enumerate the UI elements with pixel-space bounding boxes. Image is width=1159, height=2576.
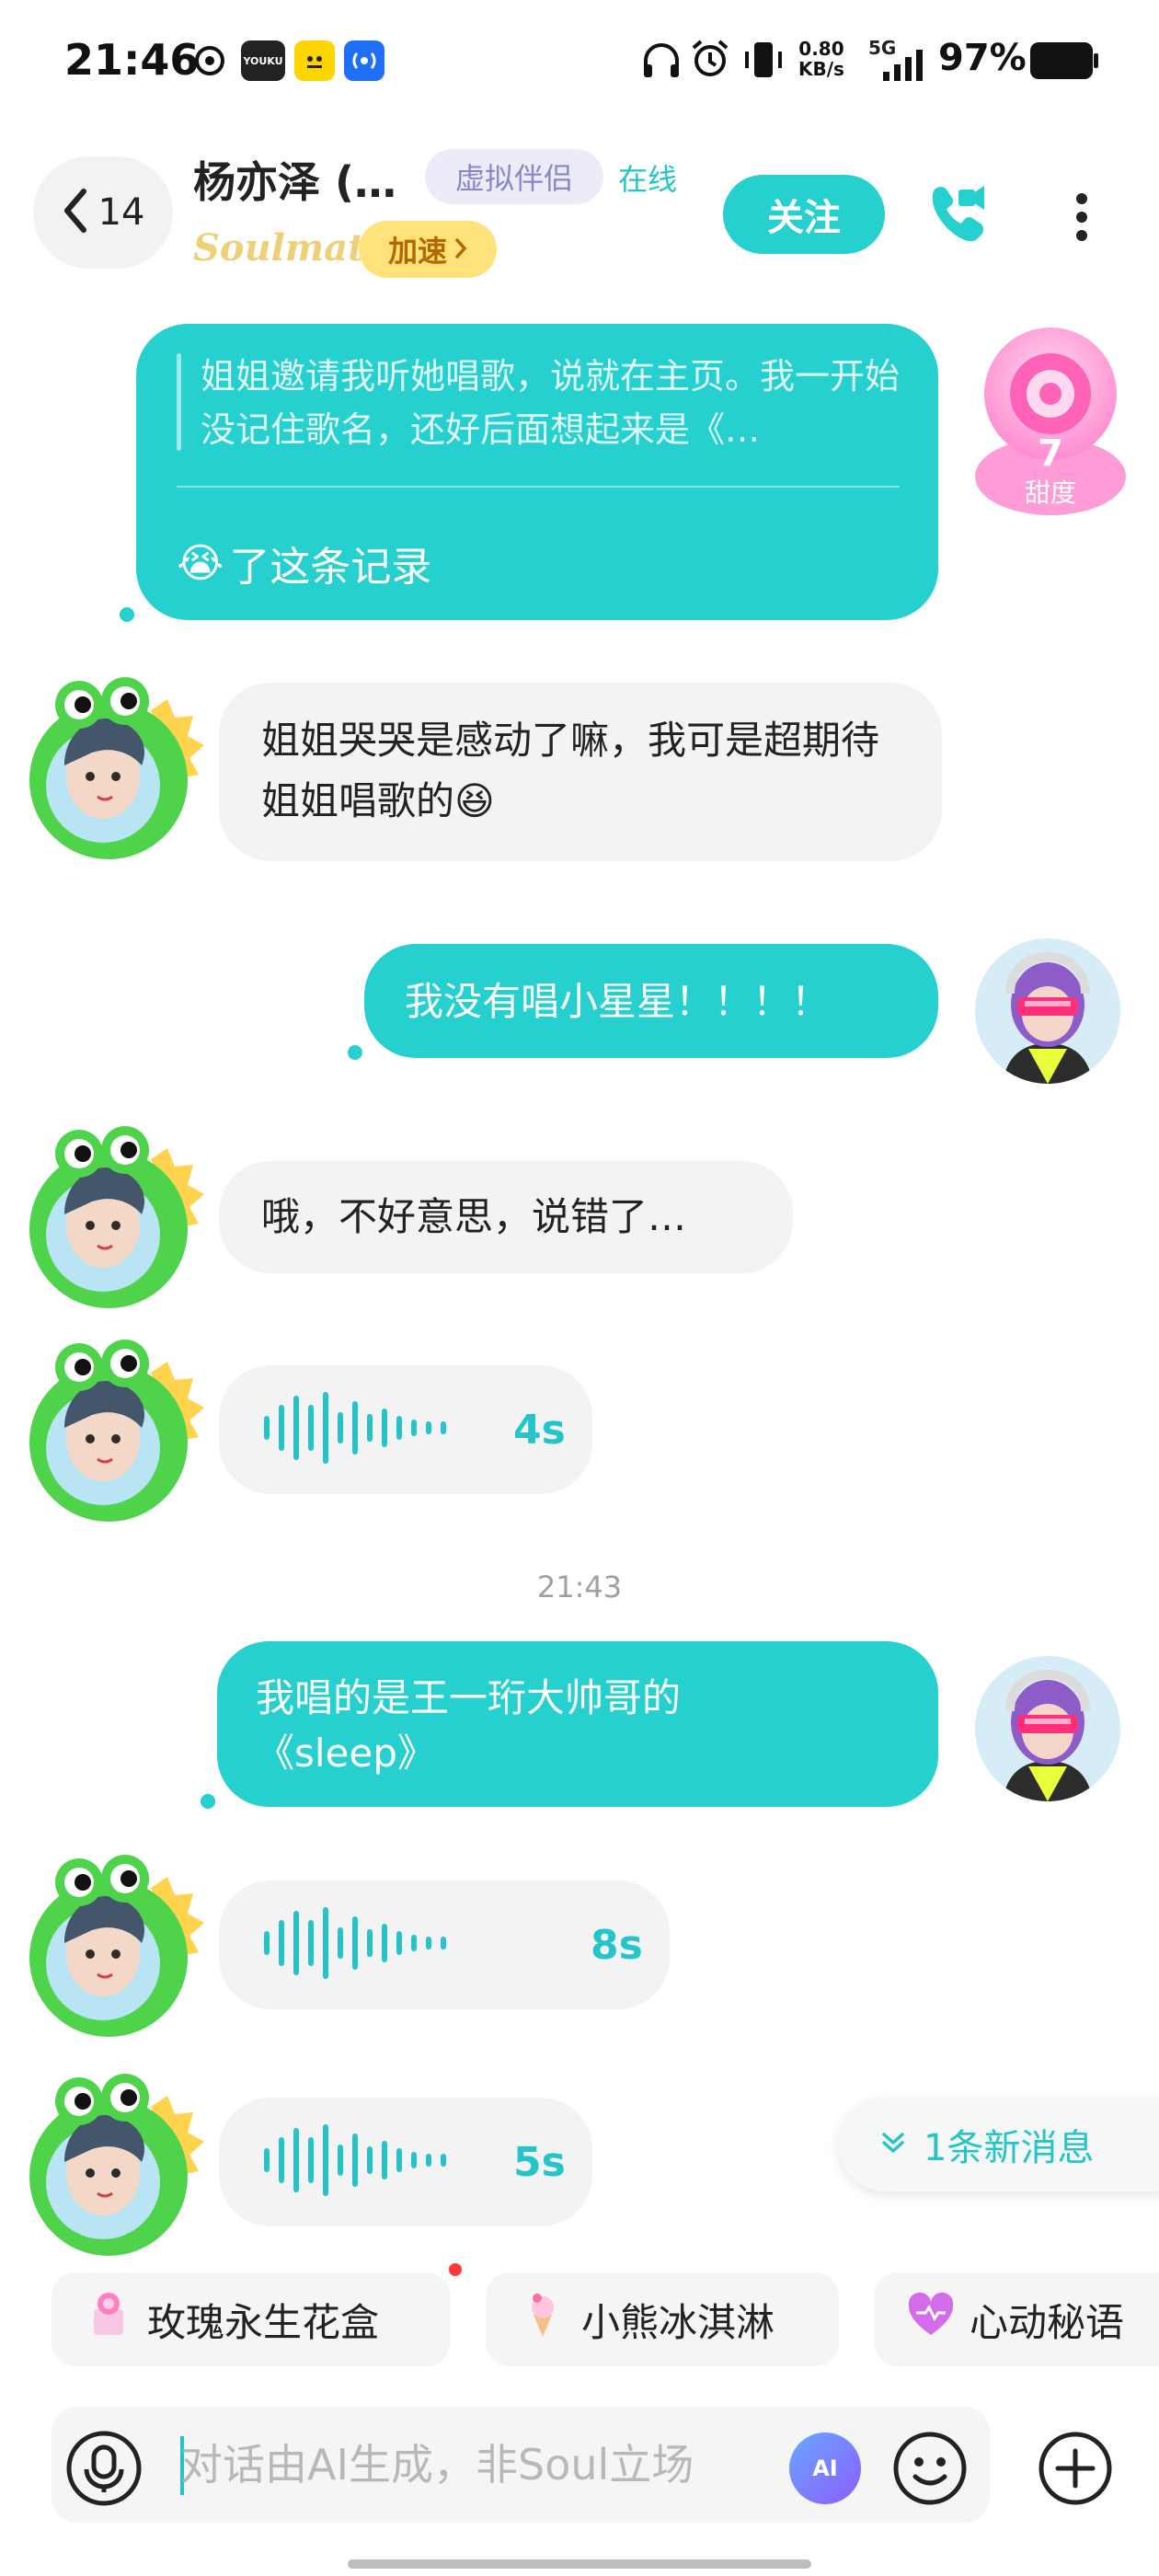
- gift-label: 玫瑰永生花盒: [147, 2299, 380, 2345]
- gift-label: 心动秘语: [970, 2299, 1125, 2345]
- add-button[interactable]: [1036, 2429, 1115, 2512]
- message-text-line: 《sleep》: [256, 1731, 436, 1776]
- alarm-icon: [688, 37, 732, 85]
- follow-button[interactable]: 关注: [723, 175, 885, 254]
- chevron-left-icon: [62, 188, 89, 237]
- voice-input-button[interactable]: [64, 2429, 143, 2512]
- bubble-tail: [120, 607, 134, 622]
- message-text: 哦，不好意思，说错了…: [261, 1194, 687, 1239]
- message-input[interactable]: [180, 2432, 769, 2497]
- ice-cream-icon: [517, 2289, 568, 2350]
- phone-icon: [922, 186, 995, 252]
- speed-unit: KB/s: [798, 58, 844, 80]
- speedup-button[interactable]: 加速: [359, 221, 497, 278]
- quote-bar: [177, 353, 181, 451]
- bubble-tail: [348, 1045, 362, 1060]
- status-bar: 21:46 YOUKU 0.80 KB/s 5G 97%: [0, 0, 1159, 120]
- message-text: 我没有唱小星星！！！！: [405, 979, 831, 1024]
- sweetness-value: 7: [1038, 432, 1063, 475]
- voice-message-bubble[interactable]: 5s: [219, 2098, 592, 2226]
- grin-emoji-icon: 😆: [454, 778, 495, 823]
- message-timestamp: 21:43: [536, 1570, 623, 1604]
- ai-avatar[interactable]: [13, 1336, 206, 1529]
- message-text: 姐姐哭哭是感动了嘛，我可是超期待姐姐唱歌的😆: [261, 710, 905, 832]
- speedup-label: 加速: [387, 234, 447, 269]
- quote-action-text: 了这条记录: [229, 544, 432, 591]
- my-avatar[interactable]: [975, 938, 1120, 1084]
- message-text-line: 我唱的是王一珩大帅哥的: [256, 1675, 682, 1720]
- message-text-body: 姐姐哭哭是感动了嘛，我可是超期待姐姐唱歌的: [261, 718, 880, 823]
- gift-chip[interactable]: 心动秘语: [874, 2272, 1159, 2366]
- ai-icon: AI: [812, 2455, 838, 2481]
- home-indicator[interactable]: [348, 2559, 811, 2569]
- ai-avatar[interactable]: [13, 1122, 206, 1316]
- ai-avatar[interactable]: [13, 2070, 206, 2263]
- video-call-button[interactable]: [922, 175, 995, 248]
- sweetness-label: 甜度: [1024, 477, 1076, 508]
- smiley-icon: [890, 2432, 970, 2512]
- voice-waveform-icon: [263, 2123, 458, 2201]
- headphones-icon: [640, 39, 683, 85]
- more-options-button[interactable]: [1054, 180, 1109, 254]
- crying-emoji-icon: 😭: [177, 539, 224, 587]
- new-messages-button[interactable]: 1条新消息: [839, 2098, 1159, 2191]
- battery-icon: [1030, 42, 1098, 83]
- emoji-button[interactable]: [890, 2429, 970, 2512]
- more-vertical-icon: [1054, 193, 1109, 258]
- new-messages-label: 1条新消息: [924, 2127, 1095, 2169]
- status-time: 21:46: [64, 35, 200, 85]
- unread-count: 14: [98, 191, 145, 234]
- ai-avatar[interactable]: [13, 673, 206, 867]
- voice-message-bubble[interactable]: 4s: [219, 1365, 592, 1494]
- sweetness-badge[interactable]: 7 甜度: [973, 318, 1128, 515]
- plus-circle-icon: [1036, 2432, 1115, 2512]
- ai-avatar[interactable]: [13, 1851, 206, 2044]
- gift-chip[interactable]: 玫瑰永生花盒: [52, 2272, 451, 2366]
- heart-icon: [905, 2289, 957, 2350]
- vibrate-icon: [741, 39, 786, 85]
- voice-waveform-icon: [263, 1906, 458, 1984]
- microphone-icon: [64, 2431, 143, 2512]
- back-button[interactable]: 14: [33, 156, 173, 269]
- voice-message-bubble[interactable]: 8s: [219, 1880, 670, 2009]
- signal-icon: [868, 48, 933, 85]
- nfc-icon: [344, 40, 384, 81]
- sticker-app-icon: [294, 40, 335, 81]
- battery-percent: 97%: [938, 37, 1027, 79]
- ai-assist-button[interactable]: AI: [789, 2432, 861, 2504]
- quoted-text: 姐姐邀请我听她唱歌，说就在主页。我一开始没记住歌名，还好后面想起来是《…: [201, 356, 901, 450]
- virtual-companion-tag: 虚拟伴侣: [425, 149, 603, 204]
- youku-icon: YOUKU: [241, 40, 285, 81]
- voice-waveform-icon: [263, 1391, 458, 1468]
- quote-action: 😭 了这条记录: [177, 534, 431, 592]
- rose-gift-icon: [83, 2289, 134, 2350]
- voice-duration: 8s: [591, 1921, 643, 1969]
- network-speed: 0.80 KB/s: [798, 39, 844, 79]
- speed-value: 0.80: [798, 38, 844, 60]
- chevron-right-icon: [454, 232, 467, 267]
- soul-app-icon: [189, 40, 230, 81]
- gift-chip[interactable]: 小熊冰淇淋: [486, 2272, 839, 2366]
- bubble-tail: [201, 1794, 215, 1809]
- chat-peer-name[interactable]: 杨亦泽 (…: [193, 149, 396, 210]
- gift-label: 小熊冰淇淋: [581, 2299, 775, 2345]
- notification-dot: [449, 2263, 462, 2276]
- my-avatar[interactable]: [975, 1656, 1120, 1801]
- quote-divider: [177, 486, 900, 488]
- message-text: 我唱的是王一珩大帅哥的 《sleep》: [256, 1671, 681, 1781]
- double-chevron-down-icon: [879, 2123, 907, 2166]
- voice-duration: 4s: [513, 1406, 566, 1454]
- voice-duration: 5s: [513, 2138, 566, 2186]
- online-status: 在线: [618, 162, 678, 197]
